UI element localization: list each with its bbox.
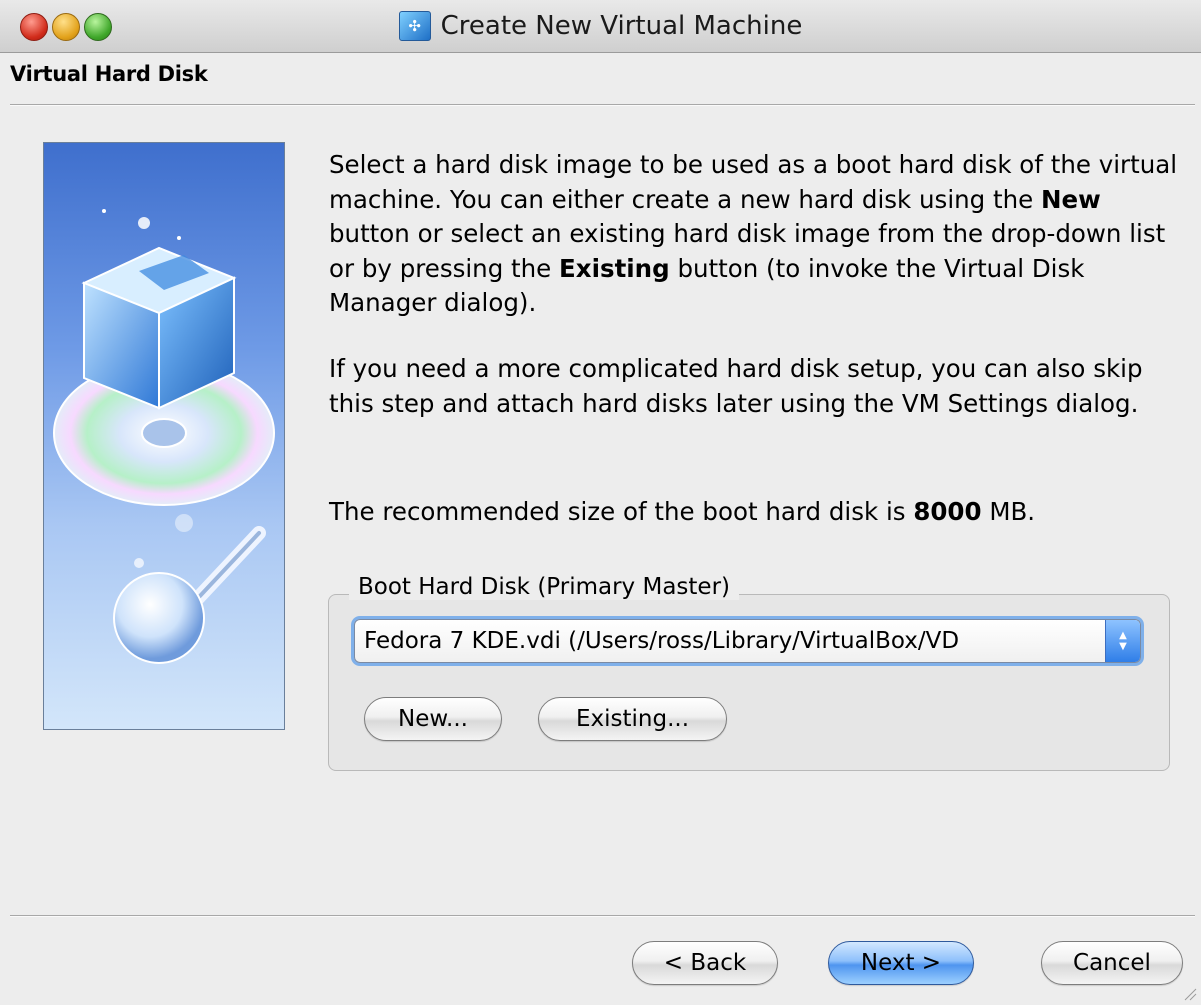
cube-disc-icon [53, 209, 275, 664]
window-title: Create New Virtual Machine [440, 11, 803, 41]
dialog-window: ✣ Create New Virtual Machine Virtual Har… [0, 0, 1201, 1005]
virtualbox-app-icon: ✣ [398, 11, 431, 41]
boot-disk-select[interactable]: Fedora 7 KDE.vdi (/Users/ross/Library/Vi… [354, 619, 1141, 663]
footer-divider [10, 915, 1195, 917]
page-title: Virtual Hard Disk [10, 62, 208, 86]
existing-disk-button[interactable]: Existing... [538, 697, 727, 741]
title-area: ✣ Create New Virtual Machine [0, 0, 1201, 52]
boot-disk-selected-value: Fedora 7 KDE.vdi (/Users/ross/Library/Vi… [364, 628, 960, 654]
new-disk-button[interactable]: New... [364, 697, 502, 741]
updown-arrows-icon: ▲ ▼ [1105, 620, 1140, 662]
recommended-size-paragraph: The recommended size of the boot hard di… [329, 495, 1179, 530]
recommended-size-unit: MB. [981, 497, 1036, 526]
back-button[interactable]: < Back [632, 941, 778, 985]
recommended-size-value: 8000 [913, 497, 982, 526]
intro-text-existing: Existing [559, 253, 670, 283]
recommended-text: The recommended size of the boot hard di… [329, 497, 914, 526]
header-divider [10, 104, 1195, 106]
virtualbox-illustration [43, 142, 285, 730]
next-button[interactable]: Next > [828, 941, 974, 985]
boot-hard-disk-legend: Boot Hard Disk (Primary Master) [349, 574, 739, 600]
cancel-button[interactable]: Cancel [1041, 941, 1183, 985]
advanced-setup-paragraph: If you need a more complicated hard disk… [329, 354, 1143, 418]
resize-grip-icon[interactable] [1181, 985, 1197, 1001]
intro-paragraph: Select a hard disk image to be used as a… [329, 148, 1179, 321]
intro-text-new: New [1041, 184, 1101, 214]
title-bar: ✣ Create New Virtual Machine [0, 0, 1201, 53]
